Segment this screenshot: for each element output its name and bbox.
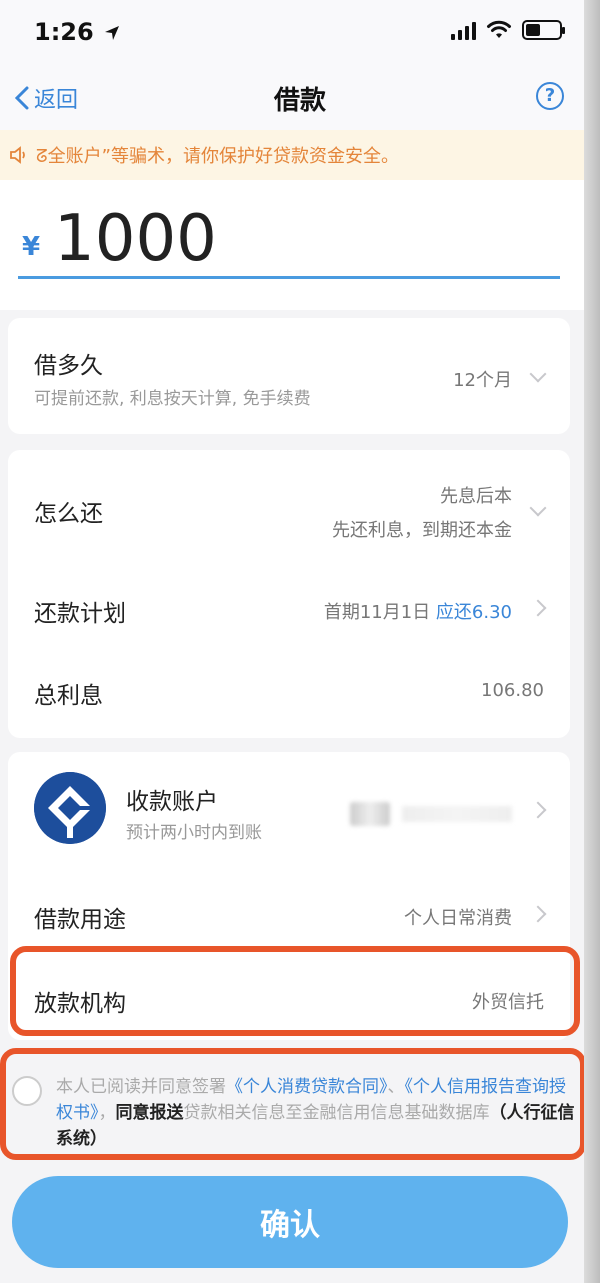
- first-payment-amount: 应还6.30: [435, 602, 512, 623]
- speaker-icon: [10, 146, 25, 164]
- receiving-account-sub: 预计两小时内到账: [126, 823, 262, 843]
- term-card[interactable]: 借多久 可提前还款, 利息按天计算, 免手续费 12个月: [8, 318, 570, 434]
- cellular-signal-icon: [451, 20, 476, 40]
- chevron-left-icon: [14, 86, 29, 110]
- scroll-edge: [584, 0, 600, 1283]
- term-label: 借多久: [34, 353, 103, 379]
- repayment-method-row[interactable]: 怎么还 先息后本 先还利息，到期还本金: [8, 450, 570, 570]
- repayment-plan-label: 还款计划: [34, 601, 126, 627]
- chevron-right-icon: [529, 801, 547, 819]
- confirm-button[interactable]: 确认: [12, 1176, 568, 1268]
- amount-input[interactable]: 1000: [54, 202, 534, 276]
- status-time: 1:26: [34, 18, 120, 46]
- chevron-right-icon: [529, 599, 547, 617]
- amount-underline: [18, 276, 560, 279]
- bank-logo-icon: [34, 772, 106, 844]
- chevron-right-icon: [529, 905, 547, 923]
- masked-card-text: [402, 806, 512, 822]
- back-label: 返回: [34, 88, 79, 113]
- wifi-icon: [487, 20, 511, 38]
- total-interest-label: 总利息: [34, 683, 103, 709]
- nav-bar: 返回 借款 ?: [0, 66, 600, 130]
- repayment-card: 怎么还 先息后本 先还利息，到期还本金 还款计划 首期11月1日 应还6.30 …: [8, 450, 570, 738]
- chevron-down-icon: [529, 365, 547, 383]
- amount-section: ¥ 1000: [0, 180, 600, 310]
- lender-highlight-frame: [10, 946, 580, 1036]
- notice-text: ᘔ全账户”等骗术，请你保护好贷款资金安全。: [36, 146, 399, 167]
- status-icons: [451, 20, 565, 40]
- masked-card-number: [350, 802, 390, 826]
- chevron-down-icon: [529, 499, 547, 517]
- repayment-method-label: 怎么还: [34, 501, 103, 527]
- repayment-plan-value: 首期11月1日 应还6.30: [323, 602, 512, 623]
- repayment-method-value1: 先息后本: [440, 486, 512, 507]
- status-bar: 1:26: [0, 0, 600, 66]
- repayment-plan-row[interactable]: 还款计划 首期11月1日 应还6.30: [8, 570, 570, 650]
- term-sub: 可提前还款, 利息按天计算, 免手续费: [34, 389, 311, 409]
- notice-bar: ᘔ全账户”等骗术，请你保护好贷款资金安全。: [0, 130, 600, 180]
- currency-symbol: ¥: [22, 232, 41, 262]
- location-arrow-icon: [105, 26, 120, 40]
- total-interest-value: 106.80: [481, 680, 544, 701]
- receiving-account-row[interactable]: 收款账户 预计两小时内到账: [8, 752, 570, 868]
- term-value: 12个月: [453, 370, 512, 391]
- agreement-highlight-frame: [0, 1048, 586, 1160]
- back-button[interactable]: 返回: [14, 82, 78, 114]
- loan-purpose-value: 个人日常消费: [404, 908, 512, 929]
- repayment-method-value2: 先还利息，到期还本金: [332, 520, 512, 541]
- help-icon[interactable]: ?: [536, 82, 564, 110]
- loan-purpose-label: 借款用途: [34, 907, 126, 933]
- page-title: 借款: [273, 86, 326, 116]
- total-interest-row: 总利息 106.80: [8, 650, 570, 736]
- battery-icon: [522, 20, 565, 40]
- receiving-account-label: 收款账户: [126, 789, 218, 815]
